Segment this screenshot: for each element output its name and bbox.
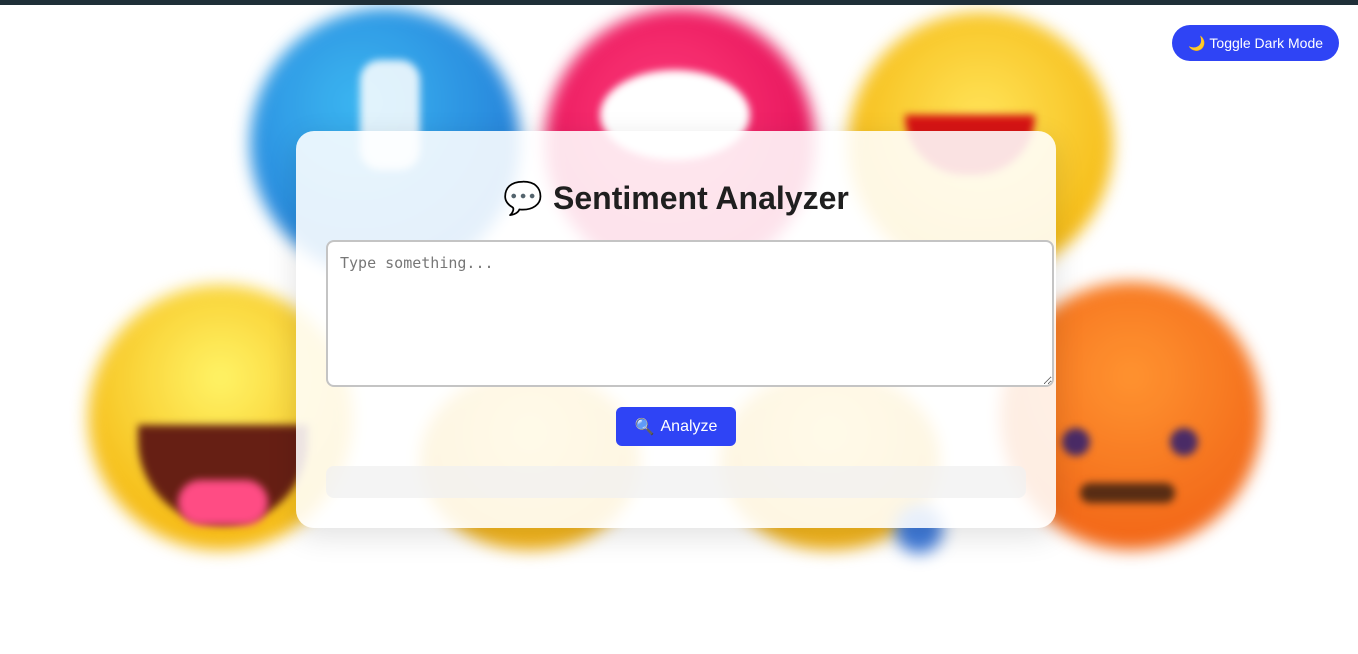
analyzer-card: 💬 Sentiment Analyzer 🔍 Analyze xyxy=(296,131,1056,528)
analyze-button[interactable]: 🔍 Analyze xyxy=(616,407,736,446)
page-title: 💬 Sentiment Analyzer xyxy=(296,179,1056,217)
speech-bubble-icon: 💬 xyxy=(503,180,544,216)
toggle-dark-mode-label: Toggle Dark Mode xyxy=(1209,35,1324,51)
page-title-text: Sentiment Analyzer xyxy=(553,179,849,216)
toggle-dark-mode-button[interactable]: 🌙 Toggle Dark Mode xyxy=(1172,25,1339,61)
top-bar xyxy=(0,0,1358,5)
result-box xyxy=(326,466,1026,498)
sentiment-text-input[interactable] xyxy=(326,240,1054,387)
analyze-button-label: Analyze xyxy=(660,417,718,435)
magnifier-icon: 🔍 xyxy=(634,418,655,436)
moon-icon: 🌙 xyxy=(1187,34,1206,51)
